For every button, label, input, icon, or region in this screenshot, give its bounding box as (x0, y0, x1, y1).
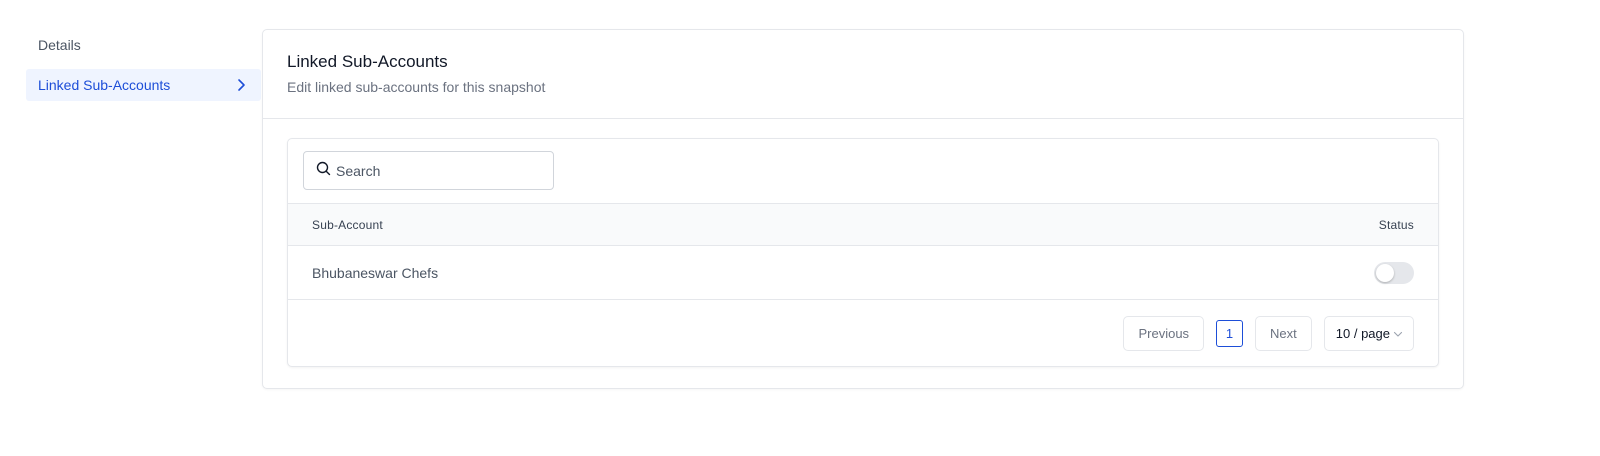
previous-page-button[interactable]: Previous (1123, 316, 1205, 351)
sidebar-item-details[interactable]: Details (26, 29, 261, 61)
search-input[interactable] (336, 162, 536, 179)
search-bar (288, 139, 1438, 203)
card-header: Linked Sub-Accounts Edit linked sub-acco… (263, 30, 1463, 119)
sidebar-item-linked-sub-accounts[interactable]: Linked Sub-Accounts (26, 69, 261, 101)
page-size-label: 10 / page (1335, 326, 1390, 341)
sidebar-item-label: Details (38, 37, 81, 53)
column-header-sub-account: Sub-Account (312, 217, 383, 232)
pagination: Previous 1 Next 10 / page (288, 300, 1438, 366)
sub-accounts-table-panel: Sub-Account Status Bhubaneswar Chefs Pre… (287, 138, 1439, 367)
search-icon (316, 161, 331, 181)
search-box[interactable] (303, 151, 554, 190)
toggle-knob (1376, 263, 1394, 282)
sidebar-item-label: Linked Sub-Accounts (38, 77, 171, 93)
settings-sidebar: Details Linked Sub-Accounts (26, 29, 261, 109)
chevron-down-icon (1393, 326, 1403, 341)
page-number-button[interactable]: 1 (1216, 320, 1244, 347)
next-page-button[interactable]: Next (1255, 316, 1312, 351)
page-size-select[interactable]: 10 / page (1323, 316, 1414, 351)
page-title: Linked Sub-Accounts (287, 52, 448, 71)
sub-account-name: Bhubaneswar Chefs (312, 264, 439, 281)
table-header: Sub-Account Status (288, 203, 1438, 246)
table-row: Bhubaneswar Chefs (288, 246, 1438, 300)
status-toggle[interactable] (1374, 261, 1414, 284)
column-header-status: Status (1378, 217, 1414, 232)
linked-sub-accounts-card: Linked Sub-Accounts Edit linked sub-acco… (262, 29, 1464, 389)
page-subtitle: Edit linked sub-accounts for this snapsh… (287, 79, 546, 95)
chevron-right-icon (233, 77, 249, 93)
